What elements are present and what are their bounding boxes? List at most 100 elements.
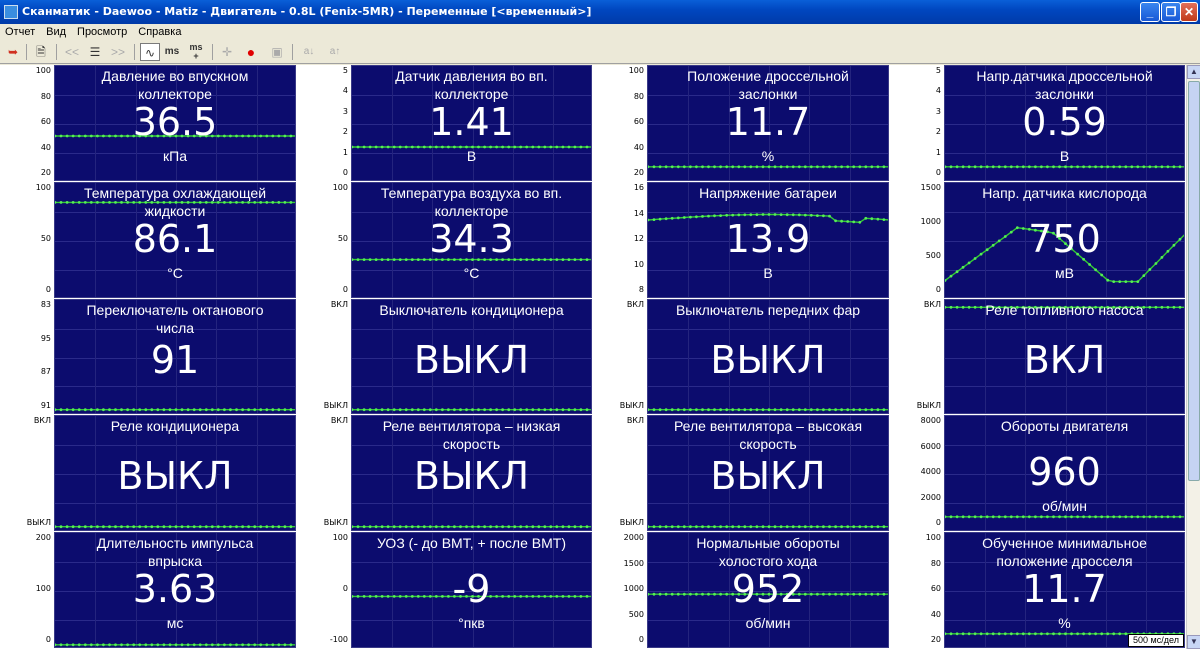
ms-plus-button[interactable]: ms + — [186, 43, 206, 61]
gauge-title: Обученное минимальное положение дросселя — [982, 535, 1147, 569]
y-axis: 100 0 -100 — [297, 532, 351, 648]
exit-icon[interactable]: ➥ — [4, 43, 22, 61]
list-icon[interactable]: ☰ — [86, 43, 104, 61]
menu-bar: Отчет Вид Просмотр Справка — [0, 24, 1200, 40]
axis-tick-label: 1 — [935, 148, 941, 157]
gauge-cell[interactable]: 1500 1000 500 0 Напр. датчика кислорода 750 мВ — [890, 182, 1185, 298]
gauge-cell[interactable]: 2000 1500 1000 500 0 Нормальные обороты холос… — [593, 532, 889, 648]
gauge-value: 11.7 — [725, 100, 811, 144]
gauge-unit: об/мин — [1042, 498, 1087, 514]
gauge-unit: мс — [166, 615, 184, 631]
gauge-grid: 100 80 60 40 20 Давление во впускном коллекто… — [0, 65, 1186, 649]
minimize-button[interactable]: _ — [1140, 2, 1160, 22]
gauge-panel: Выключатель передних фар ВЫКЛ — [647, 299, 889, 414]
gauge-value: ВКЛ — [1023, 338, 1106, 382]
axis-tick-label: 0 — [342, 285, 348, 294]
gauge-cell[interactable]: ВКЛ ВЫКЛ Реле топливного насоса ВКЛ — [890, 299, 1185, 414]
axis-tick-label: 12 — [633, 234, 644, 243]
record-icon[interactable]: ● — [242, 43, 260, 61]
y-axis: 100 80 60 40 20 — [0, 65, 54, 181]
image-icon[interactable]: ▣ — [268, 43, 286, 61]
axis-tick-label: 200 — [35, 533, 51, 542]
gauge-cell[interactable]: ВКЛ ВЫКЛ Реле вентилятора – высокая скорос… — [593, 415, 889, 531]
menu-report[interactable]: Отчет — [0, 24, 41, 40]
gauge-cell[interactable]: 100 50 0 Температура воздуха во вп. коллект… — [297, 182, 592, 298]
ms-scale-button[interactable]: ms — [163, 43, 181, 61]
gauge-panel: Температура охлаждающей жидкости 86.1 °C — [54, 182, 296, 298]
gauge-value: 952 — [731, 567, 805, 611]
gauge-panel: Датчик давления во вп. коллекторе 1.41 В — [351, 65, 592, 181]
axis-tick-label: 100 — [628, 66, 644, 75]
axis-tick-label: 20 — [633, 168, 644, 177]
gauge-cell[interactable]: 200 100 0 Длительность импульса впрыска 3.63… — [0, 532, 296, 648]
axis-tick-label: 4 — [342, 86, 348, 95]
gauge-panel: Напр. датчика кислорода 750 мВ — [944, 182, 1185, 298]
marker-icon[interactable]: ✛ — [218, 43, 236, 61]
menu-browse[interactable]: Просмотр — [72, 24, 133, 40]
menu-help[interactable]: Справка — [133, 24, 187, 40]
axis-tick-label: 0 — [935, 168, 941, 177]
gauge-cell[interactable]: 100 80 60 40 20 Давление во впускном коллекто… — [0, 65, 296, 181]
gauge-value: ВЫКЛ — [413, 338, 530, 382]
scroll-up-icon[interactable]: ▲ — [1187, 65, 1200, 79]
gauge-unit: кПа — [163, 148, 187, 164]
y-axis: 5 4 3 2 1 0 — [890, 65, 944, 181]
axis-tick-label: 95 — [40, 334, 51, 343]
y-axis: ВКЛ ВЫКЛ — [890, 299, 944, 414]
axis-tick-label: 0 — [342, 168, 348, 177]
y-axis: 1500 1000 500 0 — [890, 182, 944, 298]
maximize-button[interactable]: ❐ — [1161, 2, 1181, 22]
gauge-cell[interactable]: ВКЛ ВЫКЛ Реле вентилятора – низкая скорост… — [297, 415, 592, 531]
graph-mode-icon[interactable]: ∿ — [140, 43, 160, 61]
axis-tick-label: 1000 — [920, 217, 941, 226]
axis-tick-label: 0 — [638, 635, 644, 644]
axis-tick-label: ВКЛ — [330, 300, 348, 309]
axis-tick-label: 100 — [35, 584, 51, 593]
prev-page-icon[interactable]: << — [62, 43, 82, 61]
scroll-thumb[interactable] — [1188, 81, 1200, 481]
axis-tick-label: 1000 — [623, 584, 644, 593]
gauge-cell[interactable]: ВКЛ ВЫКЛ Реле кондиционера ВЫКЛ — [0, 415, 296, 531]
sort-up-button[interactable]: a↑ — [326, 43, 344, 61]
gauge-cell[interactable]: 8000 6000 4000 2000 0 Обороты двигателя 960 об/… — [890, 415, 1185, 531]
axis-tick-label: 20 — [40, 168, 51, 177]
y-axis: 100 80 60 40 20 — [890, 532, 944, 648]
y-axis: 100 50 0 — [297, 182, 351, 298]
gauge-cell[interactable]: ВКЛ ВЫКЛ Выключатель передних фар ВЫКЛ — [593, 299, 889, 414]
axis-tick-label: 100 — [35, 66, 51, 75]
axis-tick-label: 80 — [40, 92, 51, 101]
gauge-cell[interactable]: 83 95 87 91 Переключатель октанового числа 91 — [0, 299, 296, 414]
gauge-cell[interactable]: 100 80 60 40 20 Обученное минимальное положен… — [890, 532, 1185, 648]
gauge-cell[interactable]: 100 0 -100 УОЗ (- до ВМТ, + после ВМТ) -9 °пк… — [297, 532, 592, 648]
gauge-title: Выключатель кондиционера — [379, 302, 564, 318]
axis-tick-label: 3 — [342, 107, 348, 116]
gauge-unit: мВ — [1055, 265, 1074, 281]
gauge-cell[interactable]: 100 80 60 40 20 Положение дроссельной заслонк… — [593, 65, 889, 181]
vertical-scrollbar[interactable]: ▲ ▼ — [1186, 65, 1200, 649]
y-axis: 83 95 87 91 — [0, 299, 54, 414]
gauge-unit: В — [466, 148, 477, 164]
axis-tick-label: 16 — [633, 183, 644, 192]
gauge-value: 91 — [150, 338, 200, 382]
gauge-cell[interactable]: 5 4 3 2 1 0 Напр.датчика дроссельной заслонки 0… — [890, 65, 1185, 181]
sort-down-button[interactable]: a↓ — [300, 43, 318, 61]
gauge-value: 960 — [1028, 450, 1101, 494]
gauge-cell[interactable]: 100 50 0 Температура охлаждающей жидкости 86… — [0, 182, 296, 298]
gauge-panel: Напр.датчика дроссельной заслонки 0.59 В — [944, 65, 1185, 181]
menu-view[interactable]: Вид — [41, 24, 72, 40]
axis-tick-label: 80 — [633, 92, 644, 101]
gauge-value: ВЫКЛ — [710, 454, 826, 498]
axis-tick-label: 5 — [935, 66, 941, 75]
next-page-icon[interactable]: >> — [108, 43, 128, 61]
axis-tick-label: 40 — [930, 610, 941, 619]
save-icon[interactable]: 🗎 — [32, 43, 50, 61]
gauge-cell[interactable]: ВКЛ ВЫКЛ Выключатель кондиционера ВЫКЛ — [297, 299, 592, 414]
gauge-unit: °пкв — [458, 615, 485, 631]
gauge-cell[interactable]: 5 4 3 2 1 0 Датчик давления во вп. коллекторе 1… — [297, 65, 592, 181]
close-button[interactable]: ✕ — [1180, 2, 1198, 22]
axis-tick-label: 500 — [925, 251, 941, 260]
y-axis: ВКЛ ВЫКЛ — [297, 299, 351, 414]
gauge-cell[interactable]: 16 14 12 10 8 Напряжение батареи 13.9 В — [593, 182, 889, 298]
scroll-down-icon[interactable]: ▼ — [1187, 635, 1200, 649]
gauge-value: 1.41 — [429, 100, 514, 144]
